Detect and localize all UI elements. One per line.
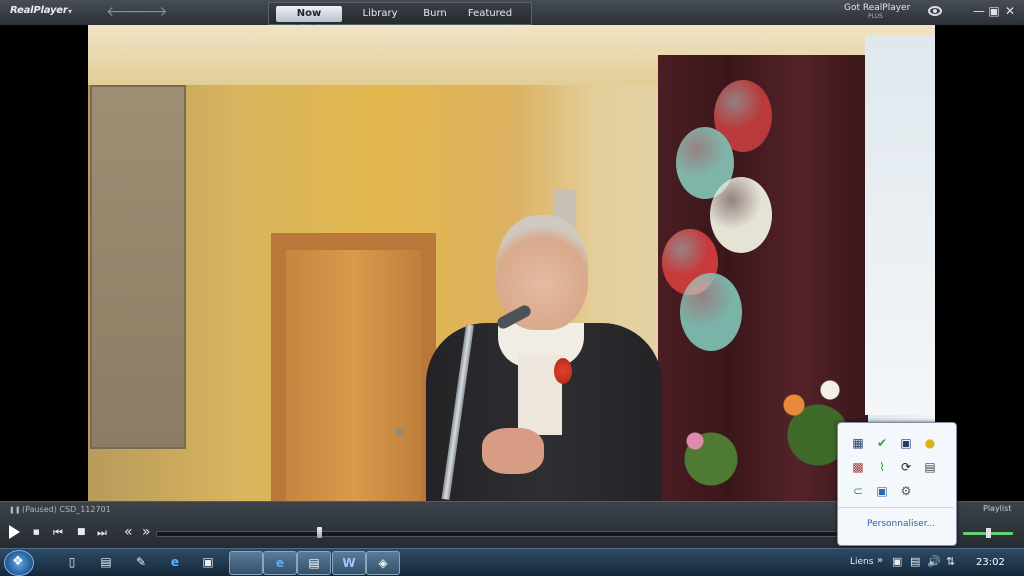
get-realplayer-link[interactable]: Got RealPlayer	[844, 4, 910, 13]
window-blind	[90, 85, 186, 449]
internet-explorer-icon[interactable]: e	[165, 553, 185, 571]
stop-button[interactable]: ■	[77, 527, 86, 537]
taskbar-realplayer-button[interactable]: ◈	[366, 551, 400, 575]
network-icon[interactable]: ⇅	[946, 555, 955, 568]
main-tabs: Now Playing Library Burn Featured	[268, 2, 532, 35]
tray-expand-icon[interactable]: »	[877, 555, 883, 566]
tray-yellow-icon[interactable]: ●	[922, 435, 938, 451]
start-button[interactable]	[4, 550, 34, 576]
playlist-button[interactable]: Playlist	[983, 504, 1011, 513]
next-button[interactable]: ⏭	[97, 526, 107, 540]
tray-security-icon[interactable]: ✔	[874, 435, 890, 451]
volume-thumb[interactable]	[986, 528, 991, 538]
door	[286, 250, 421, 501]
video-frame[interactable]	[88, 25, 935, 501]
tray-sync-icon[interactable]: ⟳	[898, 459, 914, 475]
balloon	[710, 177, 772, 253]
calculator-icon[interactable]: ▤	[96, 553, 116, 571]
taskbar-explorer-button[interactable]: ▤	[297, 551, 331, 575]
clock[interactable]: 23:02	[976, 557, 1005, 568]
pause-indicator-icon: ❚❚	[9, 506, 21, 514]
play-button[interactable]	[9, 525, 20, 539]
record-button[interactable]: ■	[33, 528, 40, 536]
minimize-button[interactable]: —	[972, 4, 986, 18]
editor-icon[interactable]: ✎	[131, 553, 151, 571]
customize-link[interactable]: Personnaliser...	[867, 519, 935, 529]
playback-status: (Paused) CSD_112701	[22, 505, 111, 514]
restore-button[interactable]: ▣	[987, 4, 1001, 18]
tab-library[interactable]: Library	[357, 6, 403, 22]
balloon	[680, 273, 742, 351]
windows-taskbar: ▯ ▤ ✎ e ▣ e ▤ W ◈ Liens » ▣ ▤ 🔊 ⇅ 23:02	[0, 548, 1024, 576]
fast-forward-button[interactable]: »	[142, 524, 151, 540]
tray-monitor-icon[interactable]: ▣	[892, 555, 902, 568]
door-knob	[394, 427, 404, 437]
tray-device-icon[interactable]: ▤	[910, 555, 920, 568]
tab-featured[interactable]: Featured	[465, 6, 515, 22]
player-title-bar: RealPlayer ▾ 🡐 🡒 Now Playing Library Bur…	[0, 0, 1024, 35]
tray-settings-icon[interactable]: ⚙	[898, 483, 914, 499]
tray-red-icon[interactable]: ▩	[850, 459, 866, 475]
tab-burn[interactable]: Burn	[417, 6, 453, 22]
forward-arrow-icon[interactable]: 🡒	[130, 3, 168, 20]
flower-arrangement-small	[663, 405, 743, 495]
previous-button[interactable]: ⏮	[53, 526, 63, 540]
taskbar-app-button[interactable]	[229, 551, 263, 575]
taskbar-ie-button[interactable]: e	[263, 551, 297, 575]
seek-thumb[interactable]	[317, 527, 323, 538]
divider	[838, 507, 954, 508]
tray-app-icon[interactable]: ▦	[850, 435, 866, 451]
volume-icon[interactable]: 🔊	[927, 555, 941, 568]
get-realplayer-sub: PLUS	[868, 13, 883, 20]
menu-caret-icon[interactable]: ▾	[68, 7, 72, 16]
realplayer-logo[interactable]: RealPlayer	[10, 5, 68, 16]
tray-green-icon[interactable]: ⊂	[850, 483, 866, 499]
links-toolbar[interactable]: Liens	[850, 557, 873, 567]
tray-network-icon[interactable]: ▣	[874, 483, 890, 499]
tray-display-icon[interactable]: ▣	[898, 435, 914, 451]
tray-printer-icon[interactable]: ▤	[922, 459, 938, 475]
camera-icon[interactable]: ▣	[198, 553, 218, 571]
tray-wireless-icon[interactable]: ⌇	[874, 459, 890, 475]
tab-now-playing[interactable]: Now Playing	[276, 6, 342, 35]
close-button[interactable]: ✕	[1003, 4, 1017, 18]
speaker-hands	[482, 428, 544, 474]
taskbar-word-button[interactable]: W	[332, 551, 366, 575]
rewind-button[interactable]: «	[124, 524, 133, 540]
tray-overflow-popup: ▦ ✔ ▣ ● ▩ ⌇ ⟳ ▤ ⊂ ▣ ⚙ Personnaliser...	[837, 422, 957, 546]
corsage	[554, 358, 572, 384]
eye-icon[interactable]	[928, 6, 942, 16]
seek-bar[interactable]	[156, 531, 838, 537]
show-desktop-icon[interactable]: ▯	[62, 553, 82, 571]
